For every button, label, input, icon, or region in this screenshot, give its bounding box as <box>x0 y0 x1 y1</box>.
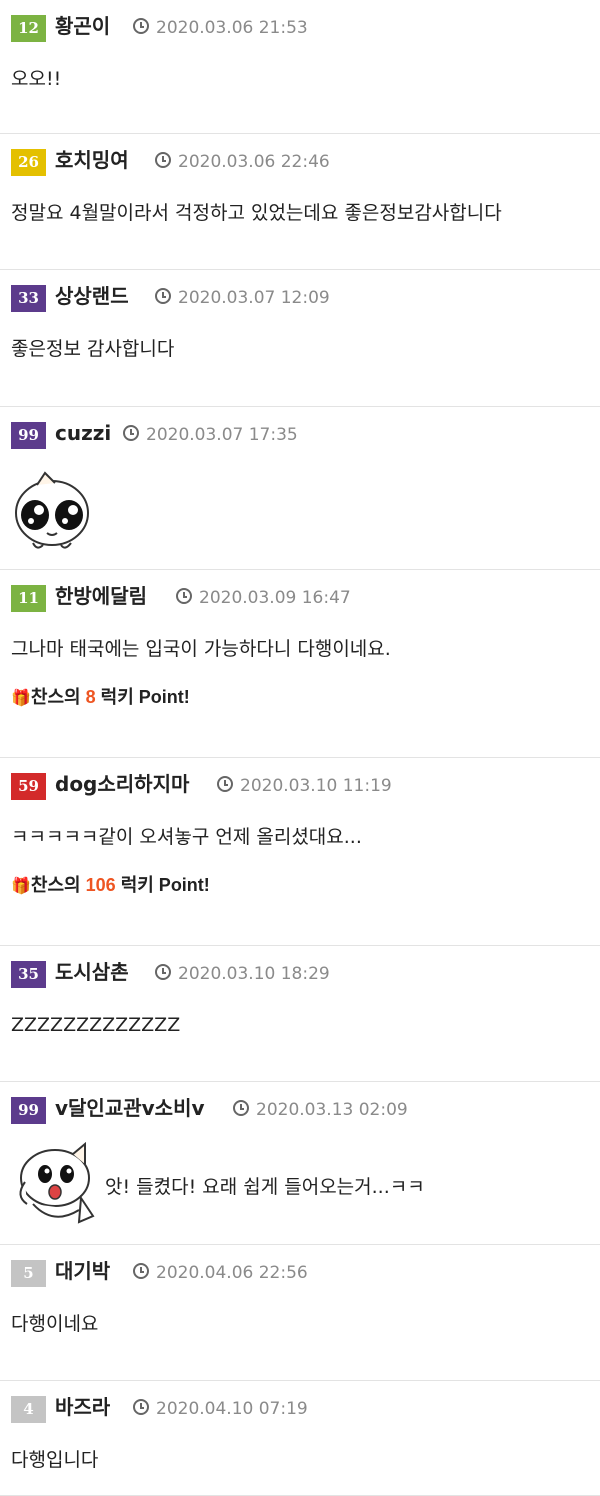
comment-header: 4 바즈라 2020.04.10 07:19 <box>11 1381 600 1439</box>
author-nickname[interactable]: 한방에달림 <box>55 581 147 611</box>
comment-list: 12 황곤이 2020.03.06 21:53 오오!! 26 호치밍여 2020.03.0… <box>0 0 600 1496</box>
comment-header: 5 대기박 2020.04.06 22:56 <box>11 1245 600 1303</box>
comment-timestamp: 2020.04.06 22:56 <box>133 1262 308 1284</box>
timestamp-text: 2020.03.06 22:46 <box>178 152 330 172</box>
level-badge: 5 <box>11 1260 46 1287</box>
comment-timestamp: 2020.03.13 02:09 <box>233 1099 408 1121</box>
level-badge: 33 <box>11 285 46 312</box>
lucky-prefix: 찬스의 <box>30 875 81 895</box>
comment-item: 4 바즈라 2020.04.10 07:19 다행입니다 <box>0 1381 600 1496</box>
comment-timestamp: 2020.04.10 07:19 <box>133 1398 308 1420</box>
author-nickname[interactable]: 바즈라 <box>55 1392 110 1422</box>
timestamp-text: 2020.03.07 12:09 <box>178 288 330 308</box>
comment-emoticon-row <box>11 471 600 557</box>
comment-header: 99 v달인교관v소비v 2020.03.13 02:09 <box>11 1082 600 1140</box>
comment-timestamp: 2020.03.09 16:47 <box>176 587 351 609</box>
comment-item: 12 황곤이 2020.03.06 21:53 오오!! <box>0 0 600 134</box>
comment-item: 26 호치밍여 2020.03.06 22:46 정말요 4월말이라서 걱정하고 있었… <box>0 134 600 270</box>
comment-header: 12 황곤이 2020.03.06 21:53 <box>11 0 600 58</box>
clock-icon <box>155 964 171 980</box>
level-badge: 26 <box>11 149 46 176</box>
lucky-suffix: 럭키 Point! <box>120 875 210 895</box>
comment-text: 좋은정보 감사합니다 <box>11 338 175 360</box>
gift-icon: 🎁 <box>11 690 31 707</box>
level-badge: 4 <box>11 1396 46 1423</box>
clock-icon <box>233 1100 249 1116</box>
author-nickname[interactable]: cuzzi <box>55 418 111 448</box>
lucky-point-notice: 🎁찬스의 106 럭키 Point! <box>11 873 600 899</box>
lucky-point-notice: 🎁찬스의 8 럭키 Point! <box>11 685 600 711</box>
comment-item: 33 상상랜드 2020.03.07 12:09 좋은정보 감사합니다 <box>0 270 600 407</box>
timestamp-text: 2020.03.06 21:53 <box>156 18 308 38</box>
comment-item: 99 cuzzi 2020.03.07 17:35 <box>0 407 600 570</box>
comment-emoticon-row: 앗! 들켰다! 요래 쉽게 들어오는거...ㅋㅋ <box>11 1141 600 1232</box>
teary-eyes-face-icon <box>11 471 93 557</box>
level-badge: 59 <box>11 773 46 800</box>
lucky-points-value: 106 <box>85 875 116 895</box>
author-nickname[interactable]: 황곤이 <box>55 11 110 41</box>
comment-header: 26 호치밍여 2020.03.06 22:46 <box>11 134 600 192</box>
comment-item: 5 대기박 2020.04.06 22:56 다행이네요 <box>0 1245 600 1381</box>
comment-text: 앗! 들켰다! 요래 쉽게 들어오는거...ㅋㅋ <box>105 1176 425 1198</box>
clock-icon <box>133 1399 149 1415</box>
level-badge: 35 <box>11 961 46 988</box>
comment-item: 99 v달인교관v소비v 2020.03.13 02:09 앗! 들켰다! 요래 쉽… <box>0 1082 600 1245</box>
comment-timestamp: 2020.03.07 12:09 <box>155 287 330 309</box>
author-nickname[interactable]: 호치밍여 <box>55 145 129 175</box>
comment-header: 35 도시삼촌 2020.03.10 18:29 <box>11 946 600 1004</box>
clock-icon <box>123 425 139 441</box>
comment-text: 다행이네요 <box>11 1313 99 1335</box>
surprised-emoticon <box>19 1141 95 1224</box>
clock-icon <box>176 588 192 604</box>
comment-item: 11 한방에달림 2020.03.09 16:47 그나마 태국에는 입국이 가능하다… <box>0 570 600 758</box>
comment-header: 59 dog소리하지마 2020.03.10 11:19 <box>11 758 600 816</box>
gift-icon: 🎁 <box>11 878 31 895</box>
author-nickname[interactable]: 대기박 <box>55 1256 110 1286</box>
comment-timestamp: 2020.03.06 21:53 <box>133 17 308 39</box>
comment-text: 다행입니다 <box>11 1449 99 1471</box>
comment-text: 정말요 4월말이라서 걱정하고 있었는데요 좋은정보감사합니다 <box>11 202 502 224</box>
level-badge: 11 <box>11 585 46 612</box>
clock-icon <box>133 1263 149 1279</box>
clock-icon <box>155 288 171 304</box>
comment-header: 11 한방에달림 2020.03.09 16:47 <box>11 570 600 628</box>
author-nickname[interactable]: v달인교관v소비v <box>55 1093 205 1123</box>
author-nickname[interactable]: dog소리하지마 <box>55 769 189 799</box>
clock-icon <box>155 152 171 168</box>
author-nickname[interactable]: 도시삼촌 <box>55 957 129 987</box>
timestamp-text: 2020.03.07 17:35 <box>146 425 298 445</box>
author-nickname[interactable]: 상상랜드 <box>55 281 129 311</box>
timestamp-text: 2020.03.13 02:09 <box>256 1100 408 1120</box>
clock-icon <box>133 18 149 34</box>
timestamp-text: 2020.03.10 18:29 <box>178 964 330 984</box>
comment-timestamp: 2020.03.10 11:19 <box>217 775 392 797</box>
level-badge: 12 <box>11 15 46 42</box>
clock-icon <box>217 776 233 792</box>
timestamp-text: 2020.03.09 16:47 <box>199 588 351 608</box>
comment-text: 그나마 태국에는 입국이 가능하다니 다행이네요. <box>11 638 391 660</box>
surprised-face-icon <box>11 1141 97 1232</box>
timestamp-text: 2020.04.06 22:56 <box>156 1263 308 1283</box>
comment-timestamp: 2020.03.10 18:29 <box>155 963 330 985</box>
timestamp-text: 2020.03.10 11:19 <box>240 776 392 796</box>
timestamp-text: 2020.04.10 07:19 <box>156 1399 308 1419</box>
comment-item: 59 dog소리하지마 2020.03.10 11:19 ㅋㅋㅋㅋㅋ같이 오셔놓구 언… <box>0 758 600 946</box>
lucky-suffix: 럭키 Point! <box>100 687 190 707</box>
teary-eyes-emoticon <box>15 471 89 549</box>
comment-timestamp: 2020.03.06 22:46 <box>155 151 330 173</box>
comment-item: 35 도시삼촌 2020.03.10 18:29 ZZZZZZZZZZZZZ <box>0 946 600 1082</box>
comment-text: ㅋㅋㅋㅋㅋ같이 오셔놓구 언제 올리셨대요... <box>11 826 362 848</box>
level-badge: 99 <box>11 422 46 449</box>
comment-text: 오오!! <box>11 68 62 90</box>
comment-text: ZZZZZZZZZZZZZ <box>11 1014 181 1036</box>
lucky-points-value: 8 <box>85 687 96 707</box>
lucky-prefix: 찬스의 <box>30 687 81 707</box>
level-badge: 99 <box>11 1097 46 1124</box>
comment-header: 33 상상랜드 2020.03.07 12:09 <box>11 270 600 328</box>
comment-header: 99 cuzzi 2020.03.07 17:35 <box>11 407 600 465</box>
comment-timestamp: 2020.03.07 17:35 <box>123 424 298 446</box>
